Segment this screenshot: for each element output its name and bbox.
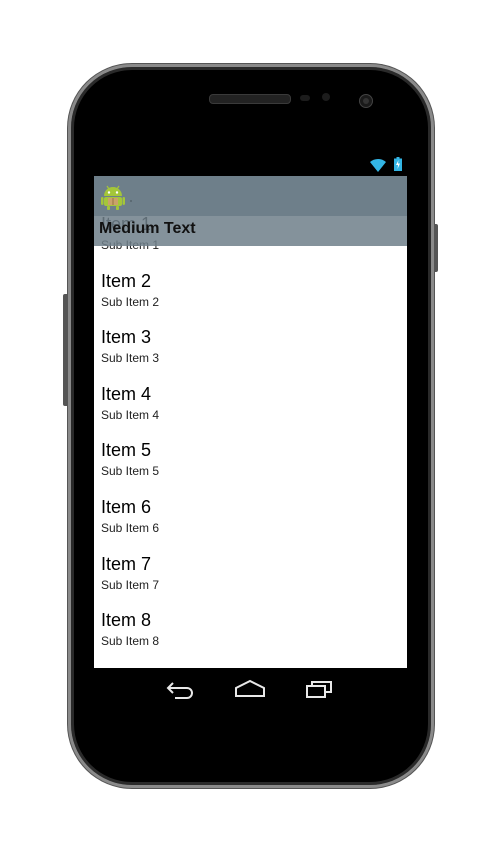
list-item-subtitle: Sub Item 8	[101, 634, 160, 649]
list-item-subtitle: Sub Item 6	[101, 520, 160, 535]
front-camera	[359, 94, 373, 108]
action-bar-title	[130, 200, 132, 202]
back-icon[interactable]	[164, 676, 198, 702]
list-item[interactable]: Item 3 Sub Item 3	[94, 319, 407, 376]
status-bar	[94, 154, 407, 176]
list-item-subtitle: Sub Item 5	[101, 464, 160, 479]
list-item-title: Item 5	[101, 440, 152, 461]
list-item-title: Item 8	[101, 610, 152, 631]
earpiece-speaker	[209, 94, 291, 104]
list-item-title: Item 4	[101, 383, 152, 404]
list-header: Medium Text	[94, 216, 407, 246]
navigation-bar	[94, 668, 407, 710]
list-item[interactable]: Item 5 Sub Item 5	[94, 432, 407, 489]
header-text: Medium Text	[99, 220, 196, 237]
action-bar	[94, 176, 407, 216]
home-icon[interactable]	[233, 676, 267, 702]
list-item[interactable]: Item 2 Sub Item 2	[94, 263, 407, 320]
light-sensor	[322, 93, 330, 101]
list-item-title: Item 2	[101, 270, 152, 291]
list-item-title: Item 6	[101, 496, 152, 517]
list-item-title: Item 7	[101, 553, 152, 574]
list-item[interactable]: Item 7 Sub Item 7	[94, 546, 407, 603]
device-screen: Item 1Sub Item 1Item 2Sub Item 2Item 3Su…	[94, 154, 407, 710]
battery-icon	[394, 157, 402, 171]
recent-apps-icon[interactable]	[303, 676, 337, 702]
list-item-subtitle: Sub Item 3	[101, 351, 160, 366]
list-item[interactable]: Item 6 Sub Item 6	[94, 489, 407, 546]
list-item[interactable]: Item 4 Sub Item 4	[94, 376, 407, 433]
list-item-subtitle: Sub Item 4	[101, 407, 160, 422]
list-item[interactable]: Item 8 Sub Item 8	[94, 602, 407, 659]
list-item-title: Item 3	[101, 327, 152, 348]
list-view[interactable]: Item 1Sub Item 1Item 2Sub Item 2Item 3Su…	[94, 216, 407, 668]
android-app-icon[interactable]	[100, 182, 126, 210]
wifi-icon	[370, 158, 386, 172]
list-item-subtitle: Sub Item 7	[101, 577, 160, 592]
list-item-subtitle: Sub Item 2	[101, 294, 160, 309]
item-list: Item 1Sub Item 1Item 2Sub Item 2Item 3Su…	[94, 216, 407, 659]
proximity-sensor	[300, 95, 310, 101]
